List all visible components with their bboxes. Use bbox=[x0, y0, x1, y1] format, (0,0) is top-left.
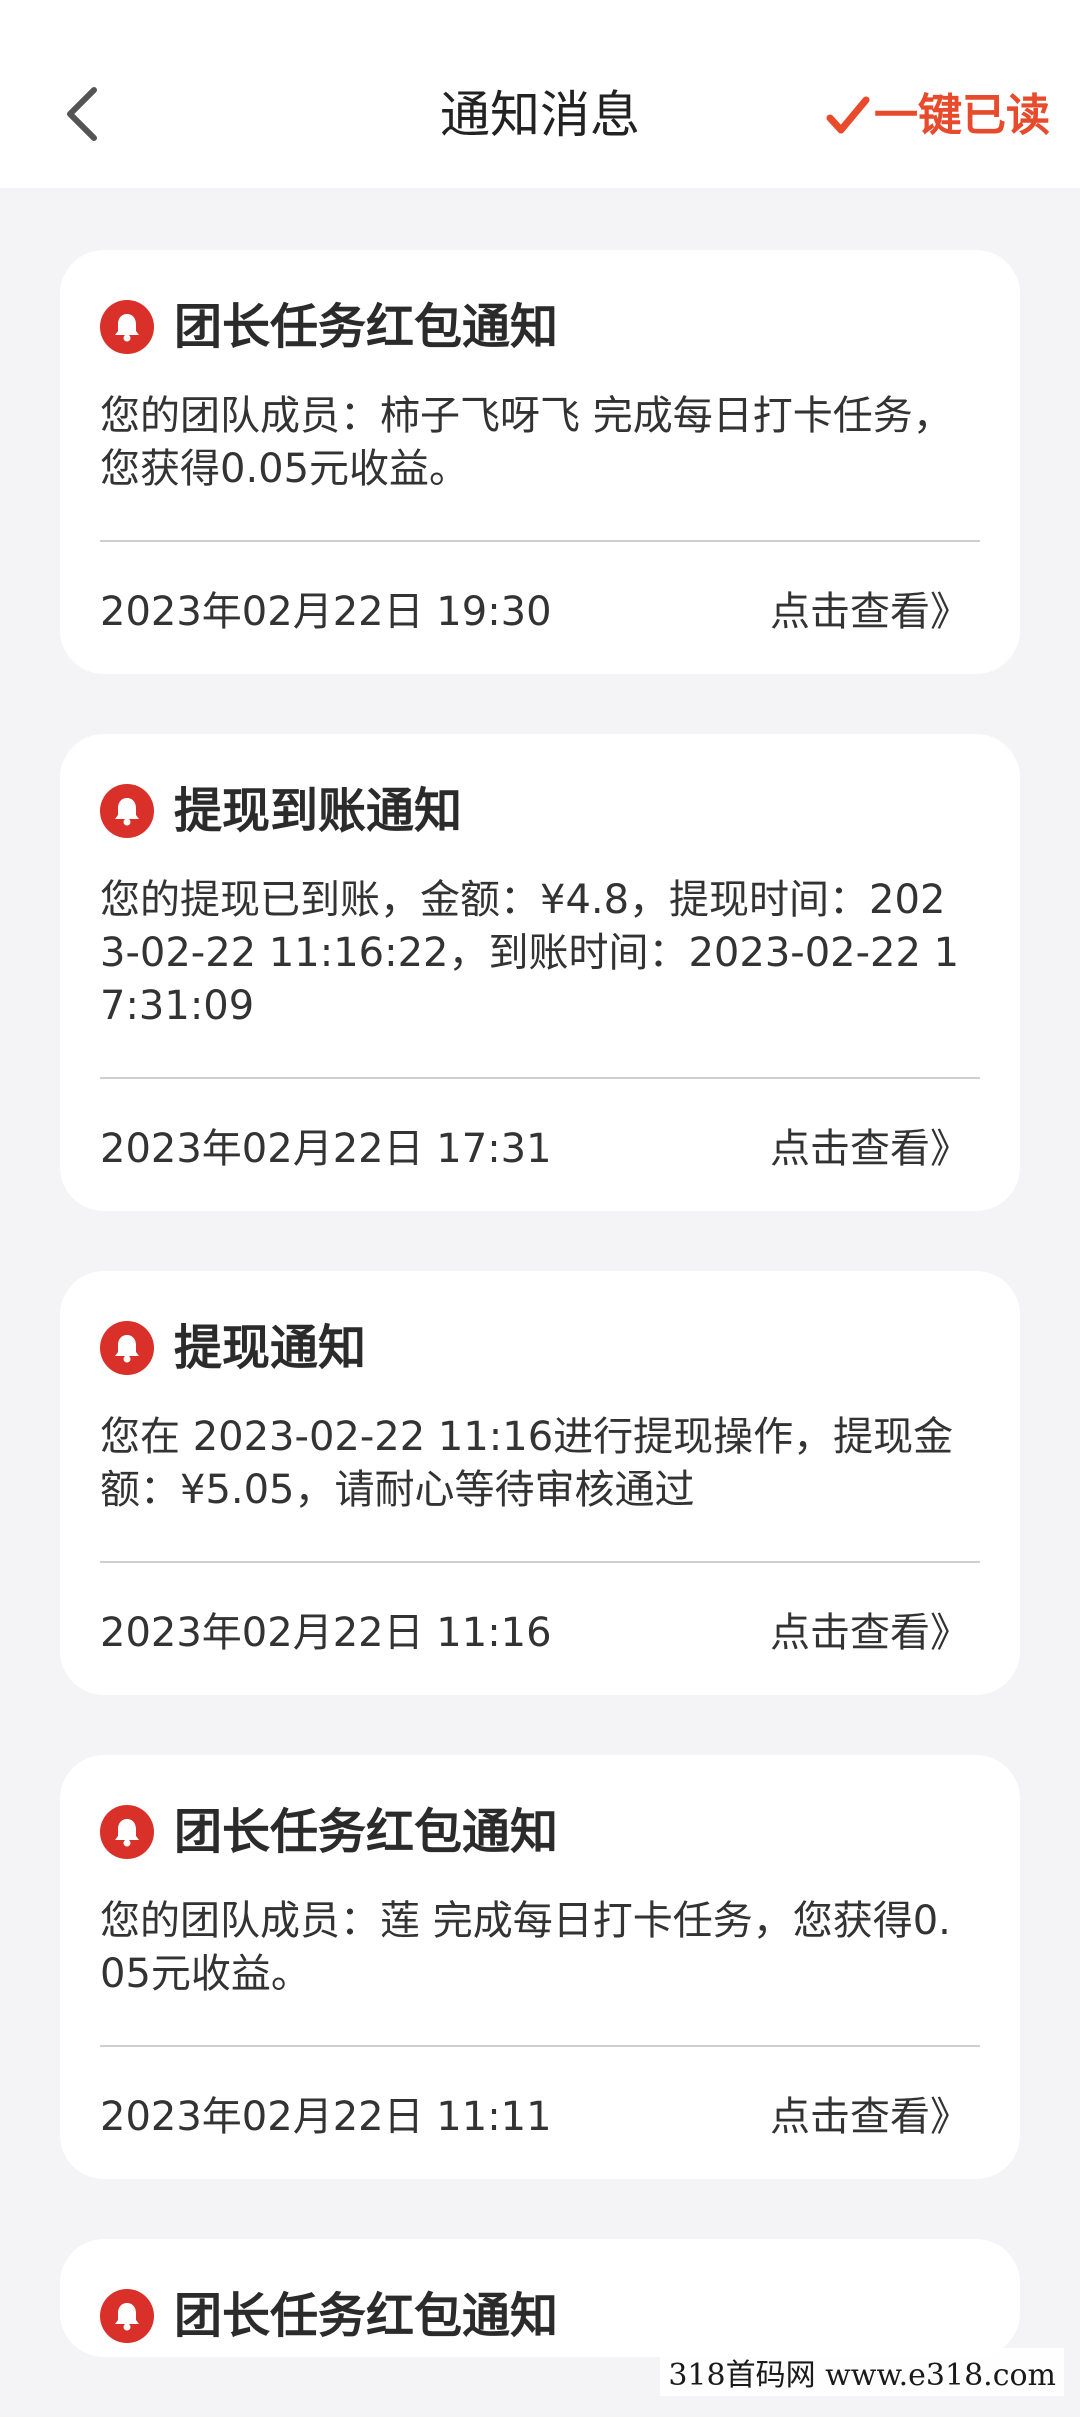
bell-icon bbox=[100, 1805, 154, 1859]
view-details-link[interactable]: 点击查看》 bbox=[770, 2084, 980, 2142]
view-details-link[interactable]: 点击查看》 bbox=[770, 1116, 980, 1174]
notification-body: 您的团队成员：莲 完成每日打卡任务，您获得0.05元收益。 bbox=[100, 1898, 951, 1997]
card-footer: 2023年02月22日 19:30 点击查看》 bbox=[100, 542, 980, 674]
card-header: 提现到账通知 bbox=[100, 770, 980, 852]
notification-time: 2023年02月22日 19:30 bbox=[100, 589, 552, 635]
notification-card[interactable]: 提现通知 您在 2023-02-22 11:16进行提现操作，提现金额：¥5.0… bbox=[60, 1271, 1020, 1695]
notification-title: 团长任务红包通知 bbox=[174, 2288, 559, 2344]
notification-time: 2023年02月22日 11:16 bbox=[100, 1610, 552, 1656]
notification-card[interactable]: 提现到账通知 您的提现已到账，金额：¥4.8，提现时间：2023-02-22 1… bbox=[60, 734, 1020, 1211]
card-footer: 2023年02月22日 17:31 点击查看》 bbox=[100, 1079, 980, 1211]
bell-icon bbox=[100, 784, 154, 838]
card-footer: 2023年02月22日 11:11 点击查看》 bbox=[100, 2047, 980, 2179]
card-header: 团长任务红包通知 bbox=[100, 1791, 980, 1873]
view-details-link[interactable]: 点击查看》 bbox=[770, 1600, 980, 1658]
card-footer: 2023年02月22日 11:16 点击查看》 bbox=[100, 1563, 980, 1695]
top-bar: 通知消息 一键已读 bbox=[0, 0, 1080, 188]
mark-all-read-label: 一键已读 bbox=[874, 90, 1050, 141]
check-icon bbox=[826, 96, 870, 134]
notification-card[interactable]: 团长任务红包通知 您的团队成员：柿子飞呀飞 完成每日打卡任务，您获得0.05元收… bbox=[60, 250, 1020, 674]
card-header: 团长任务红包通知 bbox=[100, 2275, 980, 2357]
notification-title: 团长任务红包通知 bbox=[174, 299, 559, 355]
notification-title: 提现到账通知 bbox=[174, 783, 463, 839]
notification-time: 2023年02月22日 11:11 bbox=[100, 2094, 552, 2140]
notification-body: 您在 2023-02-22 11:16进行提现操作，提现金额：¥5.05，请耐心… bbox=[100, 1414, 954, 1513]
notification-title: 提现通知 bbox=[174, 1320, 367, 1376]
card-header: 团长任务红包通知 bbox=[100, 286, 980, 368]
notification-title: 团长任务红包通知 bbox=[174, 1804, 559, 1860]
watermark: 318首码网 www.e318.com bbox=[660, 2348, 1064, 2396]
card-header: 提现通知 bbox=[100, 1307, 980, 1389]
notification-time: 2023年02月22日 17:31 bbox=[100, 1126, 552, 1172]
view-details-link[interactable]: 点击查看》 bbox=[770, 579, 980, 637]
bell-icon bbox=[100, 1321, 154, 1375]
notification-body: 您的团队成员：柿子飞呀飞 完成每日打卡任务，您获得0.05元收益。 bbox=[100, 393, 953, 492]
notification-list: 团长任务红包通知 您的团队成员：柿子飞呀飞 完成每日打卡任务，您获得0.05元收… bbox=[60, 250, 1020, 2417]
notification-card[interactable]: 团长任务红包通知 bbox=[60, 2239, 1020, 2357]
bell-icon bbox=[100, 2289, 154, 2343]
notification-body: 您的提现已到账，金额：¥4.8，提现时间：2023-02-22 11:16:22… bbox=[100, 877, 960, 1029]
mark-all-read-button[interactable]: 一键已读 bbox=[826, 86, 1050, 146]
bell-icon bbox=[100, 300, 154, 354]
notification-card[interactable]: 团长任务红包通知 您的团队成员：莲 完成每日打卡任务，您获得0.05元收益。 2… bbox=[60, 1755, 1020, 2179]
